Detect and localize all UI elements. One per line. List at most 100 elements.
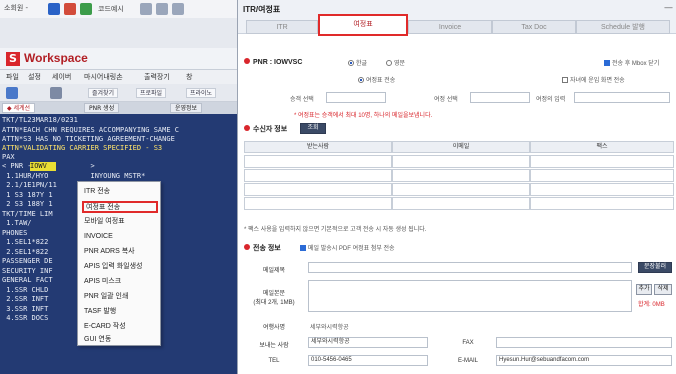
recipient-name-cell[interactable]: [244, 169, 392, 182]
tab-ops-info[interactable]: 운영정보: [170, 103, 203, 113]
itinerary-send-radio[interactable]: 여정표 전송: [358, 75, 395, 84]
tab-itr[interactable]: ITR: [246, 20, 318, 34]
menu-messaging[interactable]: 마시어내링손: [84, 72, 123, 82]
mail-body-label: 메일본문: [262, 291, 286, 297]
menu-item-pnr-batch-print[interactable]: PNR 일괄 인쇄: [82, 291, 158, 303]
add-attachment-button[interactable]: 추가: [636, 284, 652, 295]
home-icon[interactable]: [6, 87, 18, 99]
recipient-fax-cell[interactable]: [530, 169, 674, 182]
toolbar-favorites[interactable]: 즐겨찾기: [88, 88, 119, 98]
workspace-titlebar: S Workspace: [0, 48, 240, 70]
recipient-section: 수신자 정보: [244, 124, 287, 134]
radio-icon: [358, 77, 364, 84]
tab-itinerary[interactable]: 여정표: [318, 14, 408, 36]
from-input[interactable]: 세부와시력항공: [308, 337, 428, 348]
menu-item-itinerary-send[interactable]: 여정표 전송: [82, 201, 158, 213]
recipient-name-cell[interactable]: [244, 183, 392, 196]
recipient-name-cell[interactable]: [244, 197, 392, 210]
tab-tax-doc[interactable]: Tax Doc: [492, 20, 576, 34]
menu-item-apis-file[interactable]: APIS 입력 화일생성: [82, 261, 158, 273]
terminal-line: ATTN*S3 HAS NO TICKETING AGREEMENT-CHANG…: [2, 135, 175, 143]
attach-receipt-checkbox[interactable]: 자녀에 운임 화면 전송: [562, 75, 625, 84]
recipient-email-cell[interactable]: [392, 197, 530, 210]
terminal-line: ATTN*EACH CHN REQUIRES ACCOMPANYING SAME…: [2, 126, 180, 134]
template-button[interactable]: 문장불러: [638, 262, 672, 273]
recipient-section-title: 수신자 정보: [253, 126, 288, 133]
email-input[interactable]: Hyesun.Hur@sebuandfacom.com: [496, 355, 672, 366]
attach-receipt-label: 자녀에 운임 화면 전송: [570, 78, 625, 84]
tab-schedule[interactable]: Schedule 발행: [576, 20, 670, 34]
pdf-attach-checkbox[interactable]: 메일 발송시 PDF 여정표 첨부 전송: [300, 243, 395, 252]
tab-world[interactable]: ◆ 세계선: [2, 103, 36, 113]
menu-item-gui-link[interactable]: GUI 연동: [82, 334, 158, 346]
toolbar-icon[interactable]: [140, 3, 152, 15]
menu-item-mobile-itinerary[interactable]: 모바일 여정표: [82, 216, 158, 228]
recipient-email-cell[interactable]: [392, 169, 530, 182]
table-header-recipient: 받는사람: [244, 141, 392, 153]
toolbar-icon[interactable]: [156, 3, 168, 15]
code-example-label[interactable]: 코드예시: [98, 4, 124, 14]
itinerary-select-label: 여정 선택: [434, 97, 458, 103]
terminal-line: PHONES: [2, 229, 28, 237]
send-section: 전송 정보: [244, 243, 281, 253]
itinerary-input-field[interactable]: [574, 92, 670, 103]
tel-input[interactable]: 010-5456-0465: [308, 355, 428, 366]
dialog-title: ITR/여정표: [243, 5, 281, 14]
menu-item-pnr-adrs-copy[interactable]: PNR ADRS 복사: [82, 246, 158, 258]
toolbar-icon[interactable]: [172, 3, 184, 15]
menu-print[interactable]: 출력장기: [144, 72, 170, 82]
menu-file[interactable]: 파일: [6, 72, 19, 82]
email-label: E-MAIL: [457, 358, 478, 364]
menu-item-tasf-issue[interactable]: TASF 발행: [82, 306, 158, 318]
recipient-fax-cell[interactable]: [530, 155, 674, 168]
flag-icon[interactable]: [80, 3, 92, 15]
menu-item-itr-send[interactable]: ITR 전송: [82, 186, 158, 198]
lang-english-radio[interactable]: 영문: [386, 58, 405, 67]
workspace-menubar: 파일 설정 세이버 마시어내링손 출력장기 창: [0, 70, 240, 84]
dialog-close-button[interactable]: —: [664, 3, 673, 13]
recipient-email-cell[interactable]: [392, 183, 530, 196]
recipient-fax-cell[interactable]: [530, 197, 674, 210]
tel-label: TEL: [268, 358, 280, 364]
lang-korean-radio[interactable]: 한글: [348, 58, 367, 67]
top-strip: 소회원 - 코드예시: [0, 0, 240, 48]
tab-invoice[interactable]: Invoice: [408, 20, 492, 34]
agency-name-value: 세부와시력항공: [310, 325, 349, 331]
delete-attachment-button[interactable]: 삭제: [654, 284, 672, 295]
edit-icon[interactable]: [64, 3, 76, 15]
menu-item-apis-disk[interactable]: APIS 미스크: [82, 276, 158, 288]
itinerary-input-label: 여정의 입력: [536, 97, 566, 103]
checkbox-icon: [300, 245, 306, 252]
tab-pnr-create[interactable]: PNR 생성: [84, 103, 120, 113]
itinerary-select-field[interactable]: [470, 92, 530, 103]
top-strip-lower: [0, 18, 240, 48]
terminal-line: ATTN*VALIDATING CARRIER SPECIFIED - S3: [2, 144, 163, 152]
globe-icon[interactable]: [48, 3, 60, 15]
passenger-select-field[interactable]: [326, 92, 386, 103]
send-mobile-checkbox[interactable]: 전송 후 Mbox 닫기: [604, 58, 659, 67]
app-switcher-label[interactable]: 소회원 -: [4, 3, 28, 13]
menu-item-ecard[interactable]: E-CARD 작성: [82, 321, 158, 333]
fax-input[interactable]: [496, 337, 672, 348]
pnr-highlight[interactable]: IOWV: [30, 162, 56, 171]
radio-icon: [386, 60, 392, 67]
send-mobile-label: 전송 후 Mbox 닫기: [612, 61, 660, 67]
toolbar-priceline[interactable]: 프라이노: [186, 88, 217, 98]
table-header-email: 이메일: [392, 141, 530, 153]
pnr-label: PNR : IOWVSC: [253, 59, 303, 66]
menu-item-invoice[interactable]: INVOICE: [82, 231, 158, 243]
mail-subject-input[interactable]: [308, 262, 632, 273]
menu-settings[interactable]: 설정: [28, 72, 41, 82]
toolbar-profile[interactable]: 프로파일: [136, 88, 167, 98]
menu-window[interactable]: 창: [186, 72, 192, 82]
recipient-search-button[interactable]: 조회: [300, 123, 326, 134]
lang-korean-label: 한글: [356, 61, 368, 67]
attachment-size-note: 합계: 0MB: [638, 302, 665, 308]
recipient-fax-cell[interactable]: [530, 183, 674, 196]
mail-body-input[interactable]: [308, 280, 632, 312]
sabre-logo-icon: S: [6, 52, 20, 66]
recipient-email-cell[interactable]: [392, 155, 530, 168]
recipient-name-cell[interactable]: [244, 155, 392, 168]
menu-saber[interactable]: 세이버: [52, 72, 71, 82]
favorites-icon[interactable]: [50, 87, 62, 99]
